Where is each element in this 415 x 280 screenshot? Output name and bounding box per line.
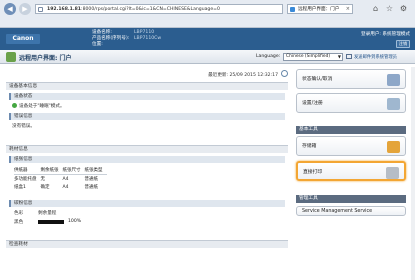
paper-cell: 无	[40, 177, 46, 182]
toner-level-bar	[38, 220, 64, 224]
page-scrollbar[interactable]	[411, 67, 415, 280]
paper-cell: 确定	[40, 185, 50, 190]
basic-tools-heading: 基本工具	[296, 126, 406, 134]
address-book-label: 存储箱	[302, 144, 317, 149]
direct-print-label: 直接打印	[303, 170, 323, 175]
tab-close-icon[interactable]: ×	[346, 5, 350, 13]
device-info: 设备名称: LBP7110 产品名称(序列号): LBP7110Cw 位置:	[92, 30, 161, 48]
cartridge-color: 黑色	[14, 220, 24, 225]
service-management-button[interactable]: Service Management Service	[296, 206, 406, 216]
settings-icon	[387, 98, 400, 110]
canon-logo: Canon	[6, 34, 40, 44]
product-name-value: LBP7110Cw	[134, 36, 162, 41]
paper-cell: 多功能托盘	[14, 177, 37, 182]
direct-print-button[interactable]: 直接打印	[296, 161, 406, 181]
check-consumables-heading: 检查耗材	[6, 240, 288, 248]
browser-tab[interactable]: 远程用户界面：门户 ×	[287, 4, 353, 14]
language-label: Language:	[256, 54, 281, 59]
language-value: Chinese (Simplified)	[286, 54, 331, 59]
cartridge-col-remaining: 剩余量程	[38, 211, 57, 216]
home-icon[interactable]: ⌂	[370, 3, 381, 14]
mail-admin-link[interactable]: 发送邮件到系统管理员	[354, 54, 397, 60]
table-row: 多功能托盘 无 A4 普通纸	[14, 175, 107, 184]
tab-title: 远程用户界面：门户	[298, 7, 340, 12]
paper-cell: A4	[62, 176, 69, 182]
consumables-heading: 耗材信息	[6, 145, 288, 153]
address-bar[interactable]: 192.168.1.81:8000/rps/portal.cgi?lt=0&ic…	[35, 4, 283, 14]
paper-cell: 普通纸	[84, 185, 99, 190]
device-status-text: 设备处于"睡眠"模式。	[19, 104, 65, 109]
remote-ui-icon	[6, 52, 16, 62]
paper-col-source: 供纸器	[14, 166, 41, 175]
favorites-icon[interactable]: ☆	[384, 3, 395, 14]
browser-toolbar: ◀ ▶ 192.168.1.81:8000/rps/portal.cgi?lt=…	[0, 0, 415, 28]
paper-col-remaining: 剩余纸张	[40, 166, 63, 175]
gear-icon[interactable]: ⚙	[398, 3, 409, 14]
address-book-button[interactable]: 存储箱	[296, 136, 406, 156]
printer-icon	[386, 167, 399, 179]
paper-col-size: 纸张尺寸	[62, 166, 85, 175]
mailbox-icon	[387, 141, 400, 153]
cartridge-info-heading: 碳粉信息	[9, 200, 285, 207]
language-select[interactable]: Chinese (Simplified) ▼	[283, 53, 343, 61]
refresh-icon[interactable]	[281, 70, 288, 77]
settings-button[interactable]: 设置/注册	[296, 93, 406, 113]
last-updated: 最近更新: 25/09 2015 12:32:17	[208, 73, 278, 78]
page-icon	[38, 7, 43, 12]
settings-label: 设置/注册	[302, 101, 323, 106]
chevron-down-icon: ▼	[337, 54, 341, 59]
paper-cell: 普通纸	[84, 177, 99, 182]
toner-level-text: 100%	[68, 219, 82, 224]
device-status-heading: 设备状态	[9, 93, 285, 100]
device-header: Canon 设备名称: LBP7110 产品名称(序列号): LBP7110Cw…	[0, 28, 415, 50]
device-basic-info-heading: 设备基本信息	[6, 82, 288, 90]
table-row: 纸盒1 确定 A4 普通纸	[14, 183, 107, 191]
status-monitor-label: 状态确认/取消	[302, 77, 333, 82]
forward-button[interactable]: ▶	[19, 3, 31, 15]
login-user: 登录用户: 系统管理模式	[361, 32, 410, 37]
location-label: 位置:	[92, 42, 103, 47]
paper-cell: 纸盒1	[14, 185, 26, 190]
main-panel: 最近更新: 25/09 2015 12:32:17 设备基本信息 设备状态 设备…	[6, 67, 288, 280]
error-info-heading: 错误信息	[9, 113, 285, 120]
device-status-line: 设备处于"睡眠"模式。	[12, 103, 65, 109]
portal-title-bar: 远程用户界面: 门户 Language: Chinese (Simplified…	[0, 50, 415, 64]
page-title: 远程用户界面: 门户	[19, 55, 72, 62]
paper-cell: A4	[62, 184, 69, 190]
logout-button[interactable]: 注销	[396, 40, 410, 48]
paper-col-type: 纸张类型	[84, 166, 107, 175]
address-path: :8000/rps/portal.cgi?lt=0&ic=1&CN=CHINES…	[81, 7, 220, 12]
mail-icon	[346, 54, 352, 59]
tab-favicon-icon	[290, 7, 295, 12]
paper-info-heading: 纸张信息	[9, 156, 285, 163]
service-management-label: Service Management Service	[302, 209, 373, 214]
management-tools-heading: 管理工具	[296, 195, 406, 203]
status-ok-icon	[12, 103, 17, 108]
paper-table: 供纸器 剩余纸张 纸张尺寸 纸张类型 多功能托盘 无 A4 普通纸 纸盒1 确定…	[14, 166, 107, 191]
back-button[interactable]: ◀	[4, 3, 16, 15]
address-host: 192.168.1.81	[47, 7, 82, 12]
error-text: 没有错误。	[12, 124, 35, 129]
cartridge-col-color: 色彩	[14, 211, 24, 216]
status-monitor-icon	[387, 74, 400, 86]
status-monitor-button[interactable]: 状态确认/取消	[296, 69, 406, 89]
